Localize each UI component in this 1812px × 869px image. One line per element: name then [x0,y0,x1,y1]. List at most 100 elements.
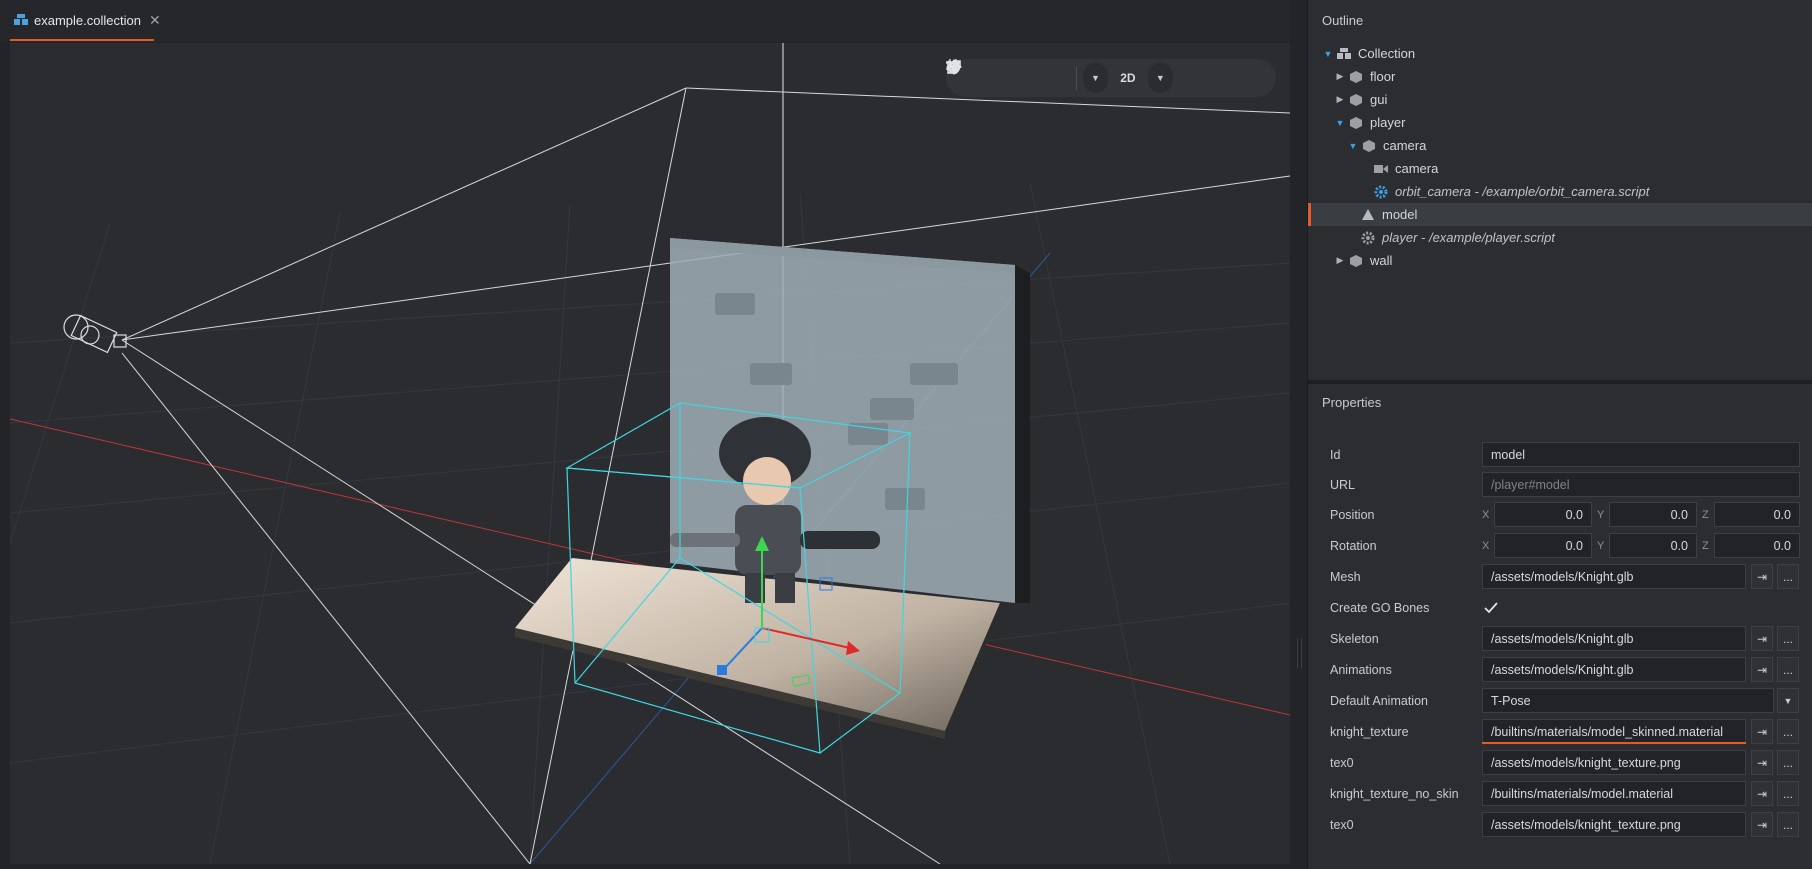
open-resource-button[interactable]: ⇥ [1751,750,1773,775]
close-tab-icon[interactable]: ✕ [149,12,161,29]
collapsed-arrow-icon[interactable]: ▶ [1334,71,1346,82]
knight-texture-no-skin-field[interactable]: /builtins/materials/model.material [1482,781,1746,806]
properties-title: Properties [1322,395,1382,410]
axis-label-z: Z [1702,508,1709,521]
scene-viewport[interactable]: ▼ 2D ▼ [10,43,1290,864]
rotate-tool-button[interactable] [948,60,1024,93]
tree-item-label: orbit_camera - /example/orbit_camera.scr… [1395,184,1650,199]
right-panel: Outline ▼ Collection ▶ floor ▶ gui ▼ pla… [1307,0,1812,869]
visibility-filter[interactable]: ▼ [946,61,1173,93]
prop-tex0-a: tex0 /assets/models/knight_texture.png ⇥… [1308,749,1812,776]
tree-item-camera-go[interactable]: ▼ camera [1308,134,1812,157]
rotation-y-field[interactable]: 0.0 [1609,533,1697,558]
open-arrow-icon: ⇥ [1756,662,1768,677]
prop-label: tex0 [1330,755,1354,770]
pane-splitter[interactable] [1297,638,1302,668]
open-resource-button[interactable]: ⇥ [1751,781,1773,806]
tree-item-collection[interactable]: ▼ Collection [1308,42,1812,65]
position-z-field[interactable]: 0.0 [1714,502,1800,527]
url-field[interactable]: /player#model [1482,472,1800,497]
open-resource-button[interactable]: ⇥ [1751,626,1773,651]
browse-button[interactable]: ... [1777,750,1799,775]
chevron-down-icon: ▼ [1155,73,1165,83]
prop-knight-texture-no-skin: knight_texture_no_skin /builtins/materia… [1308,780,1812,807]
collapsed-arrow-icon[interactable]: ▶ [1334,94,1346,105]
prop-label: Position [1330,507,1375,522]
expanded-arrow-icon[interactable]: ▼ [1334,118,1346,128]
open-resource-button[interactable]: ⇥ [1751,657,1773,682]
tab-example-collection[interactable]: example.collection ✕ [10,0,161,40]
prop-knight-texture: knight_texture /builtins/materials/model… [1308,718,1812,745]
mode-2d-button[interactable]: 2D [1108,63,1148,93]
tab-bar: example.collection ✕ [0,0,1290,42]
open-arrow-icon: ⇥ [1756,786,1768,801]
browse-button[interactable]: ... [1777,564,1799,589]
prop-label: Default Animation [1330,693,1428,708]
browse-button[interactable]: ... [1777,812,1799,837]
expanded-arrow-icon[interactable]: ▼ [1322,49,1334,59]
toolbar-separator [1076,66,1077,90]
axis-label-y: Y [1597,508,1605,521]
tree-item-gui[interactable]: ▶ gui [1308,88,1812,111]
tree-item-label: Collection [1358,46,1416,61]
checkmark-icon [1484,601,1498,613]
prop-label: Create GO Bones [1330,600,1430,615]
chevron-down-icon: ▼ [1091,73,1100,83]
browse-button[interactable]: ... [1777,657,1799,682]
prop-mesh: Mesh /assets/models/Knight.glb ⇥ ... [1308,563,1812,590]
browse-button[interactable]: ... [1777,719,1799,744]
scene-editor: example.collection ✕ ▼ 2D ▼ [0,0,1290,869]
position-x-field[interactable]: 0.0 [1494,502,1592,527]
prop-label: tex0 [1330,817,1354,832]
animations-field[interactable]: /assets/models/Knight.glb [1482,657,1746,682]
collapsed-arrow-icon[interactable]: ▶ [1334,255,1346,266]
prop-id: Id model [1308,441,1812,468]
prop-animations: Animations /assets/models/Knight.glb ⇥ .… [1308,656,1812,683]
open-resource-button[interactable]: ⇥ [1751,812,1773,837]
overridden-indicator [1482,742,1746,744]
mesh-field[interactable]: /assets/models/Knight.glb [1482,564,1746,589]
tree-item-label: player [1370,115,1406,130]
tree-item-wall[interactable]: ▶ wall [1308,249,1812,272]
skeleton-field[interactable]: /assets/models/Knight.glb [1482,626,1746,651]
open-resource-button[interactable]: ⇥ [1751,564,1773,589]
tab-label: example.collection [34,12,141,28]
browse-button[interactable]: ... [1777,781,1799,806]
tree-item-player[interactable]: ▼ player [1308,111,1812,134]
dropdown-button[interactable]: ▼ [1777,688,1799,713]
prop-label: knight_texture_no_skin [1330,786,1459,801]
prop-label: Id [1330,447,1341,462]
scale-tool-button[interactable] [947,60,1062,93]
expanded-arrow-icon[interactable]: ▼ [1347,141,1359,151]
knight-texture-field[interactable]: /builtins/materials/model_skinned.materi… [1482,719,1746,744]
game-object-icon [1348,115,1364,131]
scene-render[interactable] [10,43,1290,864]
chevron-down-icon: ▼ [1783,695,1793,706]
game-object-icon [1348,92,1364,108]
tree-item-camera-component[interactable]: camera [1308,157,1812,180]
prop-label: Animations [1330,662,1392,677]
browse-button[interactable]: ... [1777,626,1799,651]
id-field[interactable]: model [1482,442,1800,467]
tex0-field[interactable]: /assets/models/knight_texture.png [1482,750,1746,775]
ground-grid [10,182,1290,864]
tree-item-orbit-camera-script[interactable]: orbit_camera - /example/orbit_camera.scr… [1308,180,1812,203]
tree-item-model[interactable]: model [1308,203,1812,226]
open-resource-button[interactable]: ⇥ [1751,719,1773,744]
rotation-z-field[interactable]: 0.0 [1714,533,1800,558]
create-go-bones-checkbox[interactable] [1482,599,1500,617]
grid-toggle[interactable]: ▼ [946,59,1108,93]
rotation-x-field[interactable]: 0.0 [1494,533,1592,558]
prop-skeleton: Skeleton /assets/models/Knight.glb ⇥ ... [1308,625,1812,652]
tree-item-floor[interactable]: ▶ floor [1308,65,1812,88]
default-animation-select[interactable]: T-Pose [1482,688,1774,713]
open-arrow-icon: ⇥ [1756,569,1768,584]
prop-url: URL /player#model [1308,471,1812,498]
camera-reset-button[interactable] [947,60,1205,93]
tex0-field[interactable]: /assets/models/knight_texture.png [1482,812,1746,837]
prop-position: Position X 0.0 Y 0.0 Z 0.0 [1308,501,1812,528]
tree-item-label: gui [1370,92,1388,107]
position-y-field[interactable]: 0.0 [1609,502,1697,527]
tree-item-label: player - /example/player.script [1382,230,1555,245]
tree-item-player-script[interactable]: player - /example/player.script [1308,226,1812,249]
